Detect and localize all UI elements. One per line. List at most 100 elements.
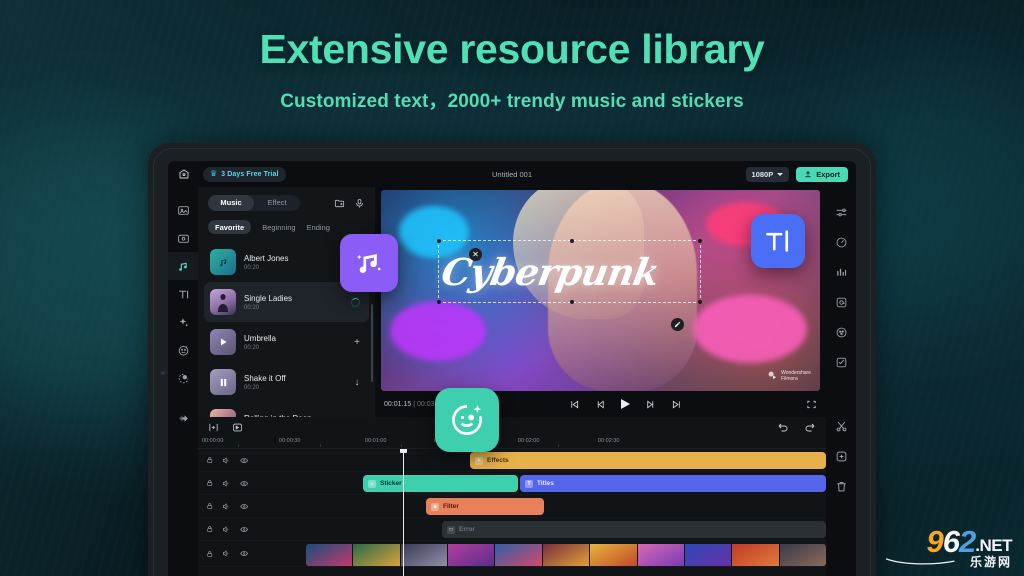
edit-pencil-icon[interactable] — [671, 318, 684, 331]
category-beginning[interactable]: Beginning — [262, 223, 295, 232]
resize-handle[interactable] — [570, 239, 574, 243]
silhouette-icon — [216, 292, 230, 312]
headphones-icon — [217, 256, 230, 269]
tool-crop[interactable] — [826, 347, 856, 377]
speaker-icon[interactable] — [222, 502, 230, 511]
timeline-clip-error[interactable]: □ Error — [442, 521, 826, 538]
eye-icon[interactable] — [240, 549, 248, 558]
filmstrip-frame — [495, 544, 541, 566]
free-trial-badge[interactable]: ♛ 3 Days Free Trial — [203, 167, 286, 182]
sidebar-item-effects[interactable] — [168, 308, 198, 336]
tab-effect[interactable]: Effect — [254, 195, 300, 211]
fullscreen-icon[interactable] — [806, 399, 817, 410]
tool-audio-levels[interactable] — [826, 257, 856, 287]
timeline-rows[interactable]: ✦ Effects ☺ St — [198, 449, 826, 576]
table-row[interactable]: □ Error — [198, 518, 826, 541]
lock-icon[interactable] — [206, 550, 213, 558]
tool-speed[interactable] — [826, 227, 856, 257]
lock-icon[interactable] — [206, 525, 213, 533]
sticker-badge[interactable] — [435, 388, 499, 452]
step-back-icon[interactable] — [595, 399, 606, 410]
library-tabs: Music Effect — [208, 195, 300, 211]
playhead[interactable] — [403, 449, 404, 576]
eye-icon[interactable] — [240, 525, 248, 534]
timeline-clip-titles[interactable]: T Titles — [520, 475, 826, 492]
sidebar-item-media[interactable] — [168, 196, 198, 224]
eye-icon[interactable] — [240, 456, 248, 465]
list-item[interactable]: Umbrella 00:20 + — [204, 322, 369, 362]
folder-import-icon[interactable] — [334, 198, 345, 209]
sidebar-item-titles[interactable] — [168, 280, 198, 308]
video-clip-strip[interactable] — [306, 544, 826, 566]
table-row[interactable] — [198, 541, 826, 567]
eye-icon[interactable] — [240, 502, 248, 511]
step-forward-icon[interactable] — [645, 399, 656, 410]
timeline-clip-filter[interactable]: ■ Filter — [426, 498, 544, 515]
track-header — [198, 525, 248, 534]
speaker-icon[interactable] — [222, 549, 230, 558]
table-row[interactable]: ☺ Sticker T Titles — [198, 472, 826, 495]
library-scrollbar[interactable] — [371, 304, 374, 382]
equalizer-icon — [835, 266, 848, 279]
resize-handle[interactable] — [698, 300, 702, 304]
table-row[interactable]: ✦ Effects — [198, 449, 826, 472]
redo-icon[interactable] — [804, 421, 816, 433]
sidebar-item-split-screen[interactable] — [168, 364, 198, 392]
filmstrip-frame — [306, 544, 352, 566]
resize-handle[interactable] — [437, 239, 441, 243]
tool-mask[interactable] — [826, 287, 856, 317]
speaker-icon[interactable] — [222, 456, 230, 465]
speaker-icon[interactable] — [222, 525, 230, 534]
tab-music[interactable]: Music — [208, 195, 254, 211]
add-to-timeline-icon[interactable]: + — [351, 337, 363, 348]
track-duration: 00:20 — [244, 385, 343, 391]
list-item[interactable]: Shake it Off 00:20 ↓ — [204, 362, 369, 402]
lock-icon[interactable] — [206, 479, 213, 487]
play-icon[interactable] — [621, 399, 630, 409]
timeline-clip-effects[interactable]: ✦ Effects — [470, 452, 826, 469]
sidebar-item-stickers[interactable] — [168, 336, 198, 364]
ruler-tick — [320, 444, 321, 447]
resolution-selector[interactable]: 1080P — [746, 167, 790, 182]
timeline-ruler[interactable]: 00:00:00 00:00:30 00:01:00 00:01:30 00:0… — [198, 437, 826, 449]
microphone-icon[interactable] — [354, 198, 365, 209]
skip-back-icon[interactable] — [569, 399, 580, 410]
resize-handle[interactable] — [698, 239, 702, 243]
download-icon[interactable]: ↓ — [351, 417, 363, 418]
home-icon[interactable] — [176, 166, 192, 182]
watermark-line-2: Filmora — [781, 376, 811, 382]
ruler-label: 00:01:00 — [365, 438, 386, 444]
tool-delete[interactable] — [826, 471, 856, 501]
text-badge[interactable] — [751, 214, 805, 268]
sidebar-item-transitions[interactable] — [168, 404, 198, 432]
resize-handle[interactable] — [437, 300, 441, 304]
tool-cut[interactable] — [826, 411, 856, 441]
category-favorite[interactable]: Favorite — [208, 220, 251, 234]
tool-color[interactable] — [826, 317, 856, 347]
resize-handle[interactable] — [570, 300, 574, 304]
timeline-clip-sticker[interactable]: ☺ Sticker — [363, 475, 518, 492]
speaker-icon[interactable] — [222, 479, 230, 488]
undo-icon[interactable] — [777, 421, 789, 433]
lock-icon[interactable] — [206, 456, 213, 464]
marker-icon[interactable] — [232, 422, 243, 433]
export-button[interactable]: Export — [796, 167, 848, 182]
skip-forward-icon[interactable] — [671, 399, 682, 410]
close-icon[interactable]: ✕ — [469, 248, 482, 261]
list-item[interactable]: Rolling in the Deep 00:20 ↓ — [204, 402, 369, 417]
music-badge[interactable] — [340, 234, 398, 292]
filmstrip-frame — [543, 544, 589, 566]
upload-icon — [804, 170, 812, 178]
download-icon[interactable]: ↓ — [351, 377, 363, 388]
timeline-panel: 00:00:00 00:00:30 00:01:00 00:01:30 00:0… — [198, 417, 826, 576]
tool-adjust[interactable] — [826, 197, 856, 227]
eye-icon[interactable] — [240, 479, 248, 488]
sidebar-item-audio-folder[interactable] — [168, 224, 198, 252]
filmora-watermark: Wondershare Filmora — [767, 370, 811, 383]
lock-icon[interactable] — [206, 502, 213, 510]
sidebar-item-music[interactable] — [168, 252, 198, 280]
category-ending[interactable]: Ending — [307, 223, 330, 232]
import-arrow-icon[interactable] — [208, 422, 219, 433]
table-row[interactable]: ■ Filter — [198, 495, 826, 518]
tool-add-clip[interactable] — [826, 441, 856, 471]
